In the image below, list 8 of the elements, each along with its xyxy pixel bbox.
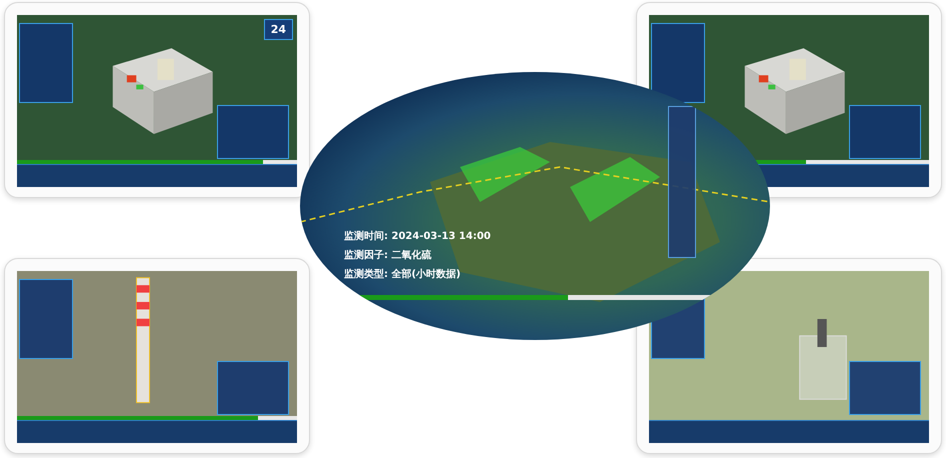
chart-panel [217, 105, 289, 159]
info-text: 监测因子: 二氧化硫 [344, 248, 432, 262]
value-badge: 24 [264, 19, 293, 40]
chart-panel [217, 361, 289, 415]
info-text: 监测类型: 全部(小时数据) [344, 268, 462, 281]
chart-panel [849, 105, 921, 159]
info-text: 监测时间: 2024-03-13 14:00 [344, 230, 492, 243]
chart-panel [849, 361, 921, 415]
